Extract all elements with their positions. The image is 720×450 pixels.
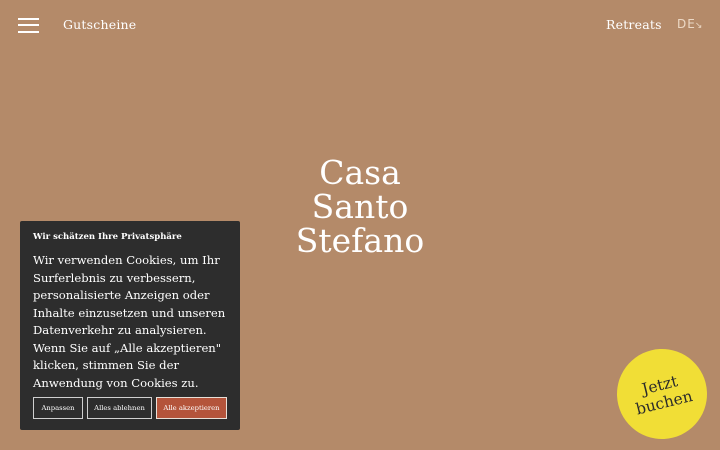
arrow-down-right-icon: ↘ [694, 21, 703, 31]
hero-title-line: Santo [311, 187, 409, 226]
reject-all-cookies-button[interactable]: Alles ablehnen [87, 397, 152, 419]
cookie-banner-text: Wir verwenden Cookies, um Ihr Surferlebn… [33, 253, 226, 390]
top-navigation: Gutscheine Retreats DE↘ [0, 0, 720, 52]
language-switcher[interactable]: DE↘ [677, 17, 702, 31]
accept-all-cookies-button[interactable]: Alle akzeptieren [156, 397, 227, 419]
hamburger-line [18, 31, 39, 33]
cookie-consent-banner: Wir schätzen Ihre Privatsphäre Wir verwe… [20, 221, 240, 430]
cookie-banner-heading: Wir schätzen Ihre Privatsphäre [33, 232, 182, 242]
nav-link-retreats[interactable]: Retreats [606, 17, 662, 32]
book-now-button[interactable]: Jetzt buchen [607, 339, 717, 449]
hamburger-menu-icon[interactable] [18, 17, 40, 34]
customize-cookies-button[interactable]: Anpassen [33, 397, 83, 419]
hamburger-line [18, 18, 39, 20]
hamburger-line [18, 24, 39, 26]
nav-link-vouchers[interactable]: Gutscheine [63, 17, 136, 32]
language-code: DE [677, 17, 696, 31]
hero-title-line: Casa [319, 153, 401, 192]
